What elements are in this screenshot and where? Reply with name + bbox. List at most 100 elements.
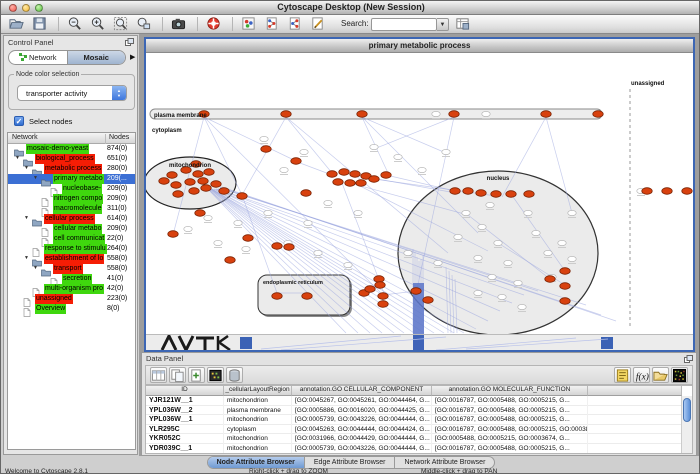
zoom-region-icon[interactable]: [136, 16, 153, 33]
help-icon[interactable]: [206, 16, 223, 33]
column-header[interactable]: annotation.GO CELLULAR_COMPONENT: [292, 386, 432, 396]
tree-row-label[interactable]: nucleobase-: [62, 184, 102, 194]
tab-mosaic[interactable]: Mosaic: [67, 51, 126, 64]
camera-icon[interactable]: [171, 16, 188, 33]
tree-row[interactable]: ▼cellular process614(0): [8, 214, 135, 224]
attribute-delete-icon[interactable]: [226, 367, 243, 383]
table-cell[interactable]: cytoplasm: [224, 425, 292, 435]
tree-row[interactable]: nucleobase-209(0): [8, 184, 135, 194]
zoom-fit-icon[interactable]: [113, 16, 130, 33]
table-cell[interactable]: [GO:0045267, GO:0045261, GO:0044464, G..…: [292, 396, 432, 406]
tree-row-label[interactable]: mosaic-demo-yeast: [26, 144, 89, 154]
tree-row-label[interactable]: transport: [53, 264, 83, 274]
tree-row[interactable]: ▼biological_process651(0): [8, 154, 135, 164]
table-cell[interactable]: [GO:0045263, GO:0044444, GO:0044424, G..…: [292, 425, 432, 435]
tree-row[interactable]: ▼transport558(0): [8, 264, 135, 274]
table-cell[interactable]: mitochondrion: [224, 434, 292, 444]
formula-builder-icon[interactable]: f(x): [633, 367, 650, 383]
attribute-grid-icon[interactable]: [207, 367, 224, 383]
tab-node-attribute-browser[interactable]: Node Attribute Browser: [208, 457, 304, 468]
tree-header[interactable]: Network Nodes: [8, 133, 135, 144]
browse-icon[interactable]: [455, 16, 472, 33]
annotation-icon[interactable]: [310, 16, 327, 33]
import-table-icon[interactable]: [287, 16, 304, 33]
attribute-select-icon[interactable]: [150, 367, 167, 383]
tab-network[interactable]: Network: [9, 51, 67, 64]
table-cell[interactable]: [GO:0005488, GO:0005215, GO:0003674, G..…: [432, 434, 588, 444]
table-cell[interactable]: [GO:0016787, GO:0005488, GO:0005215, G..…: [432, 406, 588, 416]
table-cell[interactable]: mitochondrion: [224, 444, 292, 454]
table-cell[interactable]: [GO:0005739, GO:0043226, GO:0044444, G..…: [292, 444, 432, 454]
table-cell[interactable]: YPL036W__2: [146, 406, 224, 416]
table-cell[interactable]: YDR039C__1: [146, 444, 224, 454]
expander-icon[interactable]: ▼: [15, 155, 20, 161]
table-cell[interactable]: YJR121W__1: [146, 396, 224, 406]
table-row[interactable]: YDR039C__1mitochondrion[GO:0005739, GO:0…: [146, 444, 682, 454]
table-cell[interactable]: mitochondrion: [224, 415, 292, 425]
tree-row-label[interactable]: cellular metabo: [53, 224, 102, 234]
dropdown-stepper-icon[interactable]: ▲▼: [112, 86, 126, 100]
tree-row-label[interactable]: metabolic process: [44, 164, 102, 174]
attribute-new-icon[interactable]: [188, 367, 205, 383]
table-cell[interactable]: [GO:0016787, GO:0005488, GO:0005215, G..…: [432, 415, 588, 425]
table-scrollbar[interactable]: [681, 396, 692, 454]
attribute-editor-icon[interactable]: [614, 367, 631, 383]
select-nodes-checkbox[interactable]: ✓: [14, 116, 24, 126]
tree-row[interactable]: response to stimulu264(0): [8, 244, 135, 254]
tab-scroll-right-icon[interactable]: ▶: [130, 53, 135, 61]
table-cell[interactable]: YPL036W__1: [146, 415, 224, 425]
window-titlebar[interactable]: Cytoscape Desktop (New Session): [1, 1, 700, 15]
float-panel-icon[interactable]: [125, 38, 134, 46]
table-row[interactable]: YKR052Cmitochondrion[GO:0031966, GO:0044…: [146, 434, 682, 444]
tree-row-label[interactable]: macromolecule: [53, 204, 102, 214]
tree-row-label[interactable]: primary metabo: [53, 174, 104, 184]
save-icon[interactable]: [32, 16, 49, 33]
tree-row-label[interactable]: multi-organism pro: [44, 284, 104, 294]
matrix-view-icon[interactable]: [671, 367, 688, 383]
table-row[interactable]: YPL036W__2plasma membrane[GO:0005886, GO…: [146, 406, 682, 416]
table-cell[interactable]: [GO:0031966, GO:0044429, GO:0044444, G..…: [292, 434, 432, 444]
tree-row-label[interactable]: Overview: [35, 304, 66, 314]
search-dropdown-icon[interactable]: ▼: [437, 18, 449, 31]
vizmap-icon[interactable]: [241, 16, 258, 33]
tree-row-label[interactable]: establishment of lo: [44, 254, 104, 264]
tree-row[interactable]: Overview8(0): [8, 304, 135, 314]
table-cell[interactable]: YLR295C: [146, 425, 224, 435]
scrollbar-thumb[interactable]: [683, 398, 691, 422]
table-cell[interactable]: [GO:0005886, GO:0016020, GO:0044425, G..…: [292, 406, 432, 416]
table-cell[interactable]: YKR052C: [146, 434, 224, 444]
network-graph[interactable]: plasma membranecytoplasmmitochondrionnuc…: [146, 53, 693, 334]
tree-header-network[interactable]: Network: [12, 134, 38, 141]
attribute-table[interactable]: ID_cellularLayoutRegionannotation.GO CEL…: [145, 385, 693, 454]
column-header[interactable]: ID: [146, 386, 224, 396]
tree-row-label[interactable]: biological_process: [35, 154, 95, 164]
network-canvas[interactable]: plasma membranecytoplasmmitochondrionnuc…: [146, 53, 693, 334]
zoom-in-icon[interactable]: [90, 16, 107, 33]
tree-header-nodes[interactable]: Nodes: [105, 134, 129, 144]
tree-row[interactable]: ▼establishment of lo558(0): [8, 254, 135, 264]
node-color-dropdown[interactable]: transporter activity ▲▼: [17, 85, 127, 101]
tree-row-label[interactable]: secretion: [62, 274, 92, 284]
tree-row-label[interactable]: unassigned: [35, 294, 73, 304]
search-input[interactable]: [371, 18, 437, 31]
table-cell[interactable]: mitochondrion: [224, 396, 292, 406]
expander-icon[interactable]: ▼: [24, 165, 29, 171]
open-icon[interactable]: [9, 16, 26, 33]
tree-row[interactable]: nitrogen compo209(0): [8, 194, 135, 204]
table-cell[interactable]: [GO:0016787, GO:0005488, GO:0005215, G..…: [432, 444, 588, 454]
table-row[interactable]: YPL036W__1mitochondrion[GO:0005739, GO:0…: [146, 415, 682, 425]
tab-edge-attribute-browser[interactable]: Edge Attribute Browser: [304, 457, 395, 468]
tree-row-label[interactable]: response to stimulu: [44, 244, 107, 254]
expander-icon[interactable]: ▼: [24, 255, 29, 261]
import-network-icon[interactable]: [264, 16, 281, 33]
tree-row-label[interactable]: cellular process: [44, 214, 95, 224]
tab-network-attribute-browser[interactable]: Network Attribute Browser: [394, 457, 494, 468]
column-header[interactable]: annotation.GO MOLECULAR_FUNCTION: [432, 386, 588, 396]
table-cell[interactable]: [GO:0005739, GO:0043226, GO:0044444, G..…: [292, 415, 432, 425]
table-row[interactable]: YJR121W__1mitochondrion[GO:0045267, GO:0…: [146, 396, 682, 406]
expander-icon[interactable]: ▼: [33, 175, 38, 181]
table-cell[interactable]: [GO:0016787, GO:0005488, GO:0005215, G..…: [432, 396, 588, 406]
tree-row-label[interactable]: nitrogen compo: [53, 194, 103, 204]
zoom-out-icon[interactable]: [67, 16, 84, 33]
tree-row[interactable]: cell communicat22(0): [8, 234, 135, 244]
